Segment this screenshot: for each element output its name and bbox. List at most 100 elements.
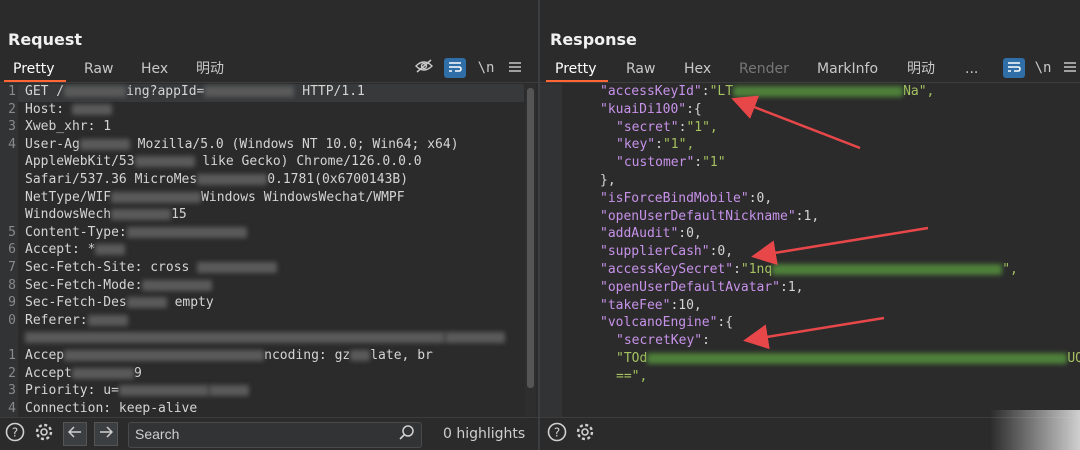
redacted-text [111, 209, 172, 221]
help-icon[interactable]: ? [546, 422, 568, 444]
redacted-text [197, 262, 278, 273]
request-bottom-bar: ? 0 highlights [0, 417, 538, 450]
request-text: late, br [370, 348, 433, 363]
redacted-text [134, 156, 195, 168]
request-line: Sec-Fetch-Site: cross [25, 260, 278, 275]
redacted-text [64, 350, 265, 361]
request-tab-rule [0, 82, 538, 83]
response-tab-render: Render [739, 61, 789, 77]
request-editor[interactable]: 1 GET / ing?appId= HTTP/1.1 2 Host: 3 Xweb_xh… [0, 84, 538, 418]
response-pane: Response Pretty Raw Hex Render MarkInfo … [540, 0, 1080, 450]
request-line: Host: [25, 102, 112, 117]
response-title: Response [550, 30, 637, 49]
search-icon[interactable] [399, 424, 415, 444]
request-title: Request [8, 30, 83, 49]
line-number: 3 [8, 383, 16, 399]
redacted-text [142, 279, 213, 291]
line-number: 3 [8, 119, 16, 135]
response-tab-more[interactable]: ... [965, 58, 978, 80]
request-text: NetType/WIF [25, 189, 112, 205]
request-text: Xweb_xhr: 1 [25, 119, 112, 135]
gear-icon[interactable] [574, 422, 596, 444]
response-tab-raw[interactable]: Raw [626, 58, 655, 80]
request-scrollbar-track[interactable] [525, 84, 536, 418]
request-line: WindowsWech 15 [25, 207, 187, 222]
response-tab-extension[interactable]: 明动 [907, 58, 935, 80]
response-tab-markinfo[interactable]: MarkInfo [817, 58, 878, 80]
request-tab-hex[interactable]: Hex [141, 58, 168, 80]
request-text: empty [166, 295, 214, 311]
request-line: Referer: [25, 313, 128, 328]
menu-icon[interactable] [504, 58, 526, 78]
request-text: WindowsWech [25, 207, 112, 223]
menu-icon[interactable] [1059, 58, 1080, 78]
svg-text:?: ? [554, 426, 560, 440]
line-number: 9 [8, 295, 16, 311]
search-input[interactable] [129, 423, 391, 445]
request-line: Accept 9 [25, 366, 142, 381]
line-number: 1 [8, 348, 16, 363]
redacted-text [204, 86, 295, 97]
request-text: Host: [25, 101, 72, 117]
watermark-fade [990, 410, 1080, 450]
line-number: 2 [8, 365, 16, 381]
request-text: Windows WindowsWechat/WMPF [201, 189, 405, 205]
wrap-icon[interactable] [444, 58, 466, 78]
line-number: 2 [8, 101, 16, 117]
arrow-secret-key [743, 316, 885, 350]
redacted-text [71, 103, 112, 115]
request-line: Sec-Fetch-Des empty [25, 295, 214, 310]
request-line: Xweb_xhr: 1 [25, 119, 111, 134]
previous-match-button[interactable] [63, 422, 87, 446]
response-tab-hex[interactable]: Hex [684, 58, 711, 80]
redacted-text [208, 385, 249, 397]
request-text: Mozilla/5.0 (Windows NT 10.0; Win64; x64… [129, 136, 459, 152]
newline-icon[interactable]: \n [475, 58, 497, 78]
eye-slash-icon[interactable] [413, 58, 435, 78]
next-match-button[interactable] [94, 422, 118, 446]
request-text: User-Ag [25, 136, 80, 152]
request-tab-raw[interactable]: Raw [84, 58, 113, 80]
line-number: 0 [8, 312, 16, 328]
request-text: 15 [171, 207, 187, 223]
request-text: Priority: u= [25, 383, 119, 399]
newline-icon[interactable]: \n [1032, 58, 1054, 78]
arrow-access-key-id [731, 95, 861, 150]
redacted-text [126, 226, 247, 238]
response-tab-pretty[interactable]: Pretty [555, 58, 597, 80]
help-icon[interactable]: ? [4, 422, 26, 444]
redacted-text [95, 244, 126, 256]
request-line: Priority: u= [25, 383, 249, 398]
response-tab-rule [540, 82, 1080, 83]
request-line: User-Ag Mozilla/5.0 (Windows NT 10.0; Wi… [25, 137, 459, 152]
redacted-text [25, 332, 445, 344]
request-pane: Request Pretty Raw Hex 明动 \n 1 GET / ing?a… [0, 0, 538, 450]
line-number: 4 [8, 136, 16, 152]
request-line: GET / ing?appId= HTTP/1.1 [25, 84, 365, 99]
line-number: 6 [8, 242, 16, 258]
request-tab-pretty[interactable]: Pretty [13, 58, 55, 80]
request-line: Connection: keep-alive [25, 401, 197, 416]
request-text: Sec-Fetch-Site: cross [25, 260, 198, 275]
request-scrollbar-thumb[interactable] [527, 88, 534, 388]
wrap-icon[interactable] [1003, 58, 1025, 78]
request-line: Sec-Fetch-Mode: [25, 277, 213, 293]
request-text: Content-Type: [25, 224, 127, 240]
gear-icon[interactable] [33, 422, 55, 444]
request-line: Accept: * [25, 242, 126, 258]
redacted-text [79, 138, 130, 150]
request-tab-extension[interactable]: 明动 [196, 58, 224, 80]
request-text: Sec-Fetch-Des [25, 295, 127, 311]
response-editor[interactable]: "accessKeyId":"LT Na", "kuaiDi100":{"secre… [540, 84, 1080, 418]
request-text: Accept: * [25, 242, 96, 258]
request-text: HTTP/1.1 [294, 84, 365, 99]
request-text: GET / [25, 84, 65, 99]
line-number: 4 [8, 400, 16, 416]
request-line: Safari/537.36 MicroMes 0.1781(0x6700143B) [25, 172, 408, 187]
request-text: ncoding: gz [264, 348, 351, 363]
arrow-access-key-secret [751, 226, 929, 266]
request-text: Sec-Fetch-Mode: [25, 277, 143, 293]
request-text: Connection: keep-alive [25, 400, 198, 416]
highlights-count: 0 highlights [443, 426, 526, 442]
redacted-text [111, 191, 202, 203]
